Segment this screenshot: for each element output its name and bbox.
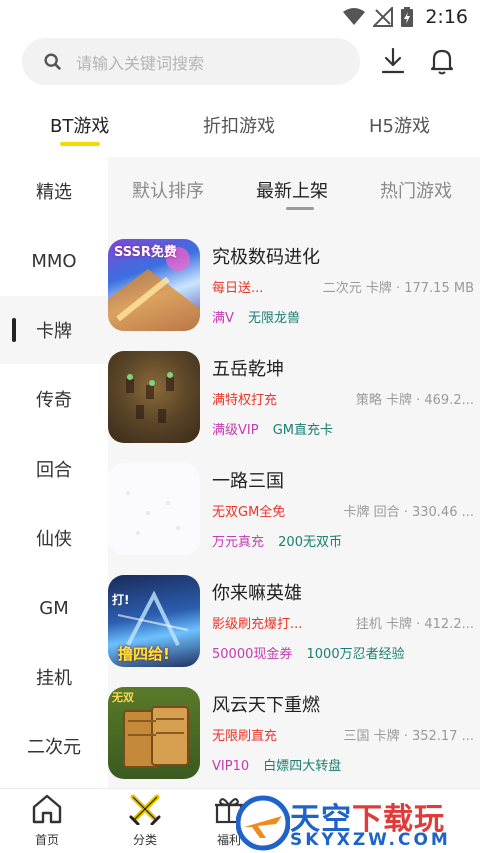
tab-h5-games[interactable]: H5游戏 [369, 112, 430, 138]
home-icon [32, 794, 62, 824]
game-info: 挂机 卡牌 · 412.2... [355, 617, 474, 632]
category-label: 二次元 [27, 737, 81, 758]
game-title: 究极数码进化 [212, 247, 320, 268]
sort-default[interactable]: 默认排序 [132, 177, 204, 203]
active-tab-indicator [60, 142, 100, 146]
notification-button[interactable] [425, 44, 459, 78]
category-label: 精选 [36, 182, 72, 203]
game-promo: 满特权打充 [212, 393, 278, 408]
game-tag: VIP10 [212, 759, 250, 774]
game-info: 策略 卡牌 · 469.2... [355, 393, 474, 408]
game-title: 一路三国 [212, 471, 284, 492]
game-thumbnail [108, 351, 200, 443]
game-item[interactable]: 打! 撸四给! 你来嘛英雄 影级刷充爆打... 挂机 卡牌 · 412.2...… [108, 575, 480, 675]
tab-discount-games[interactable]: 折扣游戏 [203, 112, 275, 138]
airplane-logo-icon [236, 795, 290, 851]
category-label: 卡牌 [36, 321, 72, 342]
sort-popular[interactable]: 热门游戏 [380, 177, 452, 203]
sort-tabs: 默认排序 最新上架 热门游戏 [108, 157, 480, 217]
category-sidebar: 精选 MMO 卡牌 传奇 回合 仙侠 GM 挂机 二次元 [0, 157, 108, 788]
battery-charging-icon [401, 7, 414, 27]
game-tag: 200无双币 [278, 535, 342, 550]
wifi-icon [343, 8, 366, 25]
search-placeholder: 请输入关键词搜索 [76, 53, 205, 73]
game-tag: 万元真充 [212, 535, 265, 550]
game-type-tabs: BT游戏 折扣游戏 H5游戏 [0, 104, 480, 150]
category-item-anime[interactable]: 二次元 [0, 712, 108, 780]
game-title: 你来嘛英雄 [212, 583, 302, 604]
thumbnail-text: SSSR免费 [114, 245, 177, 260]
download-button[interactable] [376, 44, 410, 78]
category-label: GM [39, 597, 69, 619]
game-item[interactable]: SSSR免费 究极数码进化 每日送... 二次元 卡牌 · 177.15 MB … [108, 239, 480, 339]
game-info: 三国 卡牌 · 352.17 ... [343, 729, 474, 744]
nav-label: 分类 [132, 833, 157, 847]
watermark-logo: 天空下载玩 SKYXZW.COM [236, 792, 480, 853]
game-tag: GM直充卡 [272, 423, 334, 438]
category-item-xianxia[interactable]: 仙侠 [0, 504, 108, 572]
game-thumbnail: 无双 [108, 687, 200, 779]
signal-off-icon [373, 7, 394, 27]
game-thumbnail: SSSR免费 [108, 239, 200, 331]
game-info: 卡牌 回合 · 330.46 ... [343, 505, 474, 520]
thumbnail-text: 无双 [112, 691, 134, 704]
tab-bt-games[interactable]: BT游戏 [50, 112, 109, 138]
download-icon [381, 47, 405, 74]
active-sort-indicator [286, 207, 314, 210]
thumbnail-text: 打! [112, 593, 130, 607]
category-item-turn-based[interactable]: 回合 [0, 435, 108, 503]
game-tag: 满级VIP [212, 423, 259, 438]
game-tag: 满V [212, 311, 234, 326]
game-tag: 无限龙兽 [248, 311, 301, 326]
game-info: 二次元 卡牌 · 177.15 MB [322, 281, 474, 296]
category-item-featured[interactable]: 精选 [0, 157, 108, 225]
category-label: 仙侠 [36, 529, 72, 550]
game-title: 五岳乾坤 [212, 359, 284, 380]
nav-home[interactable]: 首页 [12, 793, 82, 851]
game-title: 风云天下重燃 [212, 695, 320, 716]
category-label: MMO [31, 250, 77, 272]
search-icon [44, 52, 61, 70]
watermark-domain: SKYXZW.COM [290, 830, 451, 850]
category-item-legend[interactable]: 传奇 [0, 365, 108, 433]
status-bar: 2:16 [0, 0, 480, 34]
game-promo: 无限刷直充 [212, 729, 278, 744]
sort-newest[interactable]: 最新上架 [256, 177, 328, 203]
game-thumbnail: 打! 撸四给! [108, 575, 200, 667]
game-promo: 每日送... [212, 281, 264, 296]
category-label: 回合 [36, 460, 72, 481]
category-label: 挂机 [36, 668, 72, 689]
status-time: 2:16 [425, 6, 468, 28]
thumbnail-text: 撸四给! [118, 645, 170, 663]
crossed-swords-icon [129, 794, 161, 825]
category-item-mmo[interactable]: MMO [0, 227, 108, 295]
game-tag: 1000万忍者经验 [306, 647, 405, 662]
game-thumbnail [108, 463, 200, 555]
bell-icon [430, 49, 454, 75]
category-label: 传奇 [36, 390, 72, 411]
category-item-gm[interactable]: GM [0, 574, 108, 642]
game-tag: 50000现金券 [212, 647, 293, 662]
nav-category[interactable]: 分类 [110, 793, 180, 851]
search-input[interactable]: 请输入关键词搜索 [22, 38, 360, 85]
game-list-panel: 默认排序 最新上架 热门游戏 SSSR免费 究极数码进化 每日送... 二次元 … [108, 157, 480, 788]
game-item[interactable]: 一路三国 无双GM全免 卡牌 回合 · 330.46 ... 万元真充 200无… [108, 463, 480, 563]
category-item-card[interactable]: 卡牌 [0, 296, 108, 364]
category-item-idle[interactable]: 挂机 [0, 643, 108, 711]
game-promo: 无双GM全免 [212, 505, 286, 520]
game-tag: 白嫖四大转盘 [263, 759, 342, 774]
game-item[interactable]: 五岳乾坤 满特权打充 策略 卡牌 · 469.2... 满级VIP GM直充卡 [108, 351, 480, 451]
game-item[interactable]: 无双 风云天下重燃 无限刷直充 三国 卡牌 · 352.17 ... VIP10… [108, 687, 480, 787]
active-category-indicator [12, 318, 16, 342]
nav-label: 首页 [34, 833, 59, 847]
game-promo: 影级刷充爆打... [212, 617, 303, 632]
